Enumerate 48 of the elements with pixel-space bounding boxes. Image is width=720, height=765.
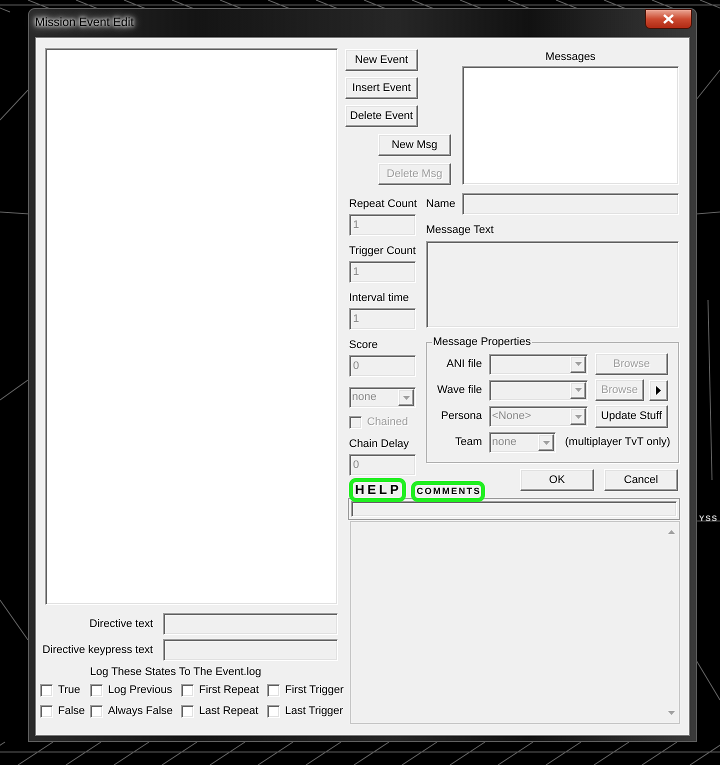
event-button[interactable]: Insert Event <box>345 77 418 99</box>
field-label: Chain Delay <box>349 437 410 451</box>
field-label: Team <box>454 435 482 450</box>
checkbox[interactable] <box>90 684 103 697</box>
event-button[interactable]: New Event <box>345 49 418 71</box>
checkbox-label: First Repeat <box>199 683 259 698</box>
message-button[interactable]: New Msg <box>378 134 451 156</box>
field-label: ANI file <box>446 356 482 372</box>
field-label: Directive text <box>88 616 153 632</box>
note-text: (multiplayer TvT only) <box>565 435 670 450</box>
checkbox[interactable] <box>40 684 53 697</box>
field-label: Trigger Count <box>349 244 416 258</box>
field-label: Message Text <box>426 223 495 237</box>
field-label: Repeat Count <box>349 197 416 211</box>
checkbox-label: False <box>58 704 85 720</box>
checkbox-label: Log Previous <box>108 683 172 698</box>
checkbox-label: True <box>58 683 80 698</box>
field-label: Wave file <box>436 382 482 398</box>
field-label: Score <box>349 338 379 352</box>
dialog-button[interactable]: Cancel <box>604 469 678 491</box>
tab[interactable]: COMMENTS <box>416 486 482 496</box>
background-text: YSS <box>699 514 718 524</box>
checkbox-label: Chained <box>367 414 408 430</box>
checkbox[interactable] <box>181 684 194 697</box>
dialog-button[interactable]: OK <box>520 469 594 491</box>
checkbox[interactable] <box>181 705 194 718</box>
checkbox[interactable] <box>40 705 53 718</box>
field-label: Name <box>426 196 456 212</box>
checkbox-label: Last Repeat <box>199 704 258 720</box>
field-label: Persona <box>440 409 482 424</box>
event-button[interactable]: Delete Event <box>345 105 418 127</box>
field-label: Directive keypress text <box>41 642 153 658</box>
play-icon <box>656 386 661 394</box>
close-button[interactable] <box>645 9 692 29</box>
checkbox[interactable] <box>267 684 280 697</box>
checkbox[interactable] <box>267 705 280 718</box>
checkbox-label: First Trigger <box>285 683 344 698</box>
checkbox-label: Always False <box>108 704 173 720</box>
tab[interactable]: HELP <box>355 483 402 496</box>
field-label: Interval time <box>349 291 410 305</box>
message-list[interactable] <box>462 66 679 185</box>
section-title: Log These States To The Event.log <box>89 666 262 679</box>
checkbox-label: Last Trigger <box>285 704 344 720</box>
list-title: Messages <box>544 50 597 64</box>
close-icon <box>663 14 674 24</box>
group-title: Message Properties <box>432 335 532 349</box>
checkbox[interactable] <box>90 705 103 718</box>
window-title: Mission Event Edit <box>35 15 134 29</box>
